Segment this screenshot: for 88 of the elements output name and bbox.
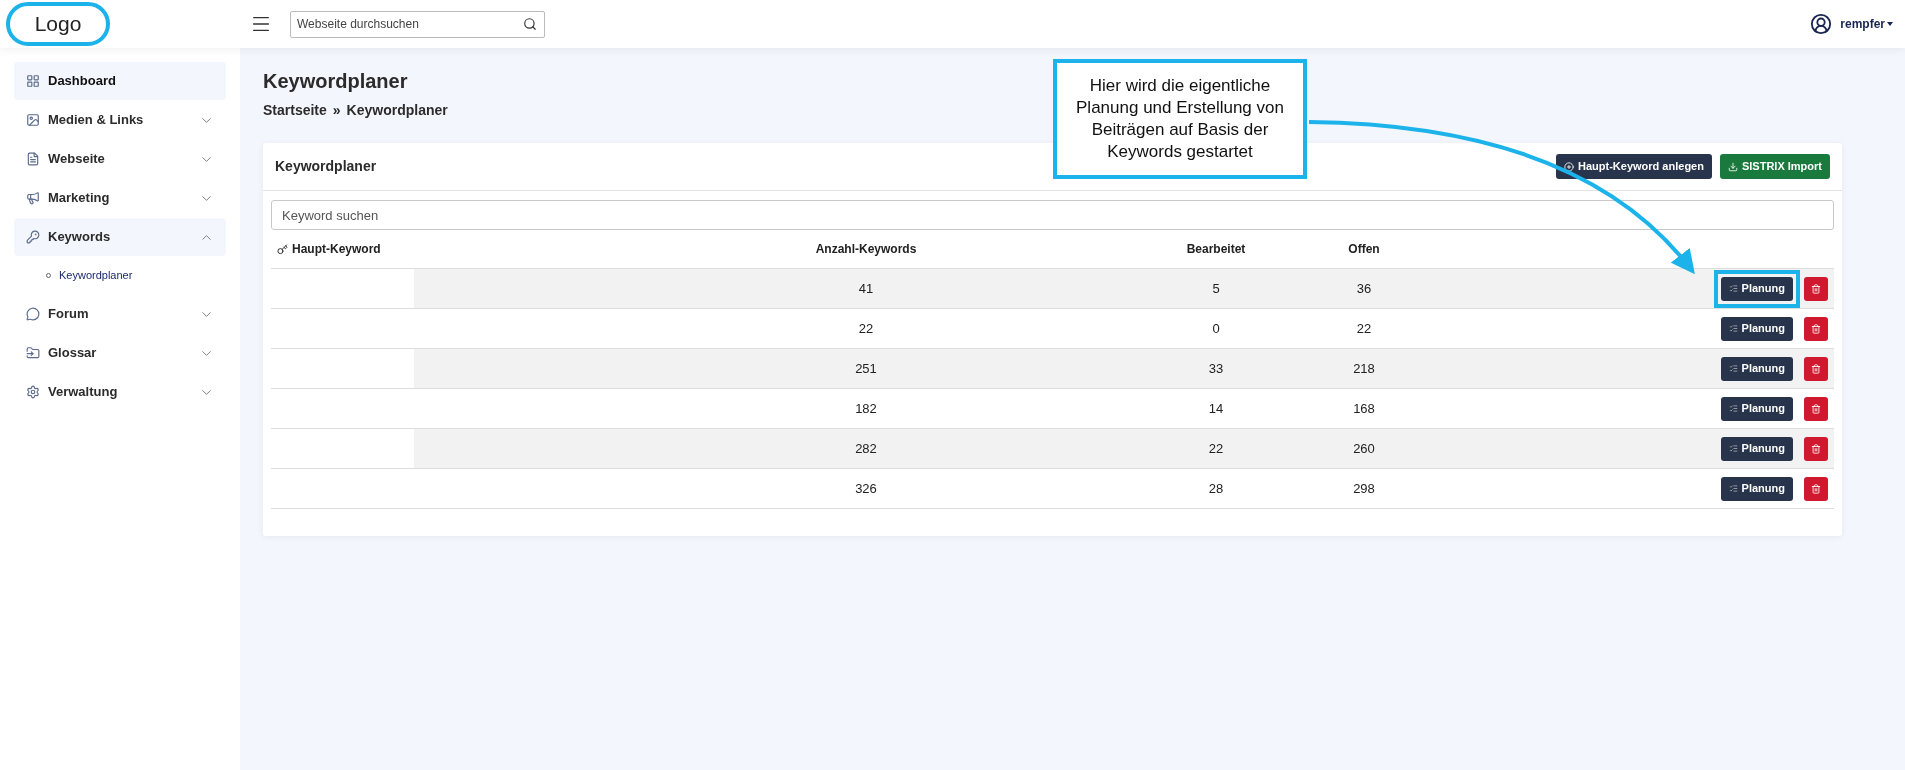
sidebar-item[interactable]: Medien & Links [14, 101, 226, 139]
table-cell-text: 22 [1355, 319, 1373, 338]
sidebar-subitem[interactable]: Keywordplaner [14, 256, 226, 294]
user-icon[interactable] [1810, 13, 1833, 35]
planung-button[interactable]: Planung [1720, 276, 1793, 301]
key-icon [277, 243, 288, 255]
search-icon[interactable] [523, 16, 537, 31]
table-cell-text: 41 [857, 279, 875, 298]
checklist-icon [1728, 324, 1738, 333]
sidebar-label: Dashboard [48, 72, 116, 91]
folder-icon [26, 346, 40, 360]
table-cell-text: 282 [854, 439, 878, 458]
search-field[interactable]: Webseite durchsuchen [290, 10, 545, 38]
planung-button[interactable]: Planung [1720, 356, 1793, 381]
speech-bubble-icon [26, 307, 40, 321]
table-cell-text: 33 [1207, 359, 1225, 378]
sidebar-label: Keywords [48, 228, 111, 247]
table-cell-text: 22 [857, 319, 875, 338]
table-cell-text: 326 [854, 479, 878, 498]
action-button[interactable]: Haupt-Keyword anlegen [1556, 154, 1712, 179]
sidebar-label: Marketing [48, 189, 110, 208]
trash-icon [1811, 403, 1821, 414]
sidebar-item[interactable]: Marketing [14, 179, 226, 217]
plus-circle-icon [1564, 161, 1575, 172]
sidebar-item[interactable]: Dashboard [14, 62, 226, 100]
breadcrumb-separator: » [332, 101, 341, 120]
trash-icon [1811, 363, 1821, 374]
table-cell-text: 0 [1211, 319, 1221, 338]
sidebar-item[interactable]: Webseite [14, 140, 226, 178]
table-cell-text: 14 [1207, 399, 1225, 418]
table-cell-text: 28 [1207, 479, 1225, 498]
breadcrumb-item[interactable]: Keywordplaner [346, 100, 448, 121]
caret-icon [1887, 22, 1893, 26]
trash-icon [1811, 283, 1821, 294]
document-icon [26, 152, 40, 166]
delete-button[interactable] [1804, 396, 1828, 421]
planung-button[interactable]: Planung [1720, 436, 1793, 461]
megaphone-icon [26, 191, 40, 205]
table-cell-text: 218 [1352, 359, 1376, 378]
delete-button[interactable] [1804, 356, 1828, 381]
table-cell-text: 251 [854, 359, 878, 378]
table-cell-text: 182 [854, 399, 878, 418]
sidebar-label: Verwaltung [48, 383, 118, 402]
action-button[interactable]: SISTRIX Import [1719, 154, 1830, 179]
planung-button[interactable]: Planung [1720, 476, 1793, 501]
sidebar-item[interactable]: Glossar [14, 334, 226, 372]
sidebar-item[interactable]: Verwaltung [14, 373, 226, 411]
page-title: Keywordplaner [263, 69, 408, 94]
user-menu[interactable]: rempfer [1840, 15, 1893, 33]
table-cell-text: 168 [1352, 399, 1376, 418]
sidebar-item[interactable]: Forum [14, 295, 226, 333]
settings-icon [26, 385, 40, 399]
card-title: Keywordplaner [275, 157, 377, 176]
table-cell-text: 5 [1211, 279, 1221, 298]
checklist-icon [1728, 364, 1738, 373]
sidebar-label: Glossar [48, 344, 97, 363]
sidebar-label: Webseite [48, 150, 105, 169]
image-icon [26, 113, 40, 127]
sidebar-item[interactable]: Keywords [14, 218, 226, 256]
checklist-icon [1728, 444, 1738, 453]
delete-button[interactable] [1804, 436, 1828, 461]
callout-box: Hier wird die eigentliche Planung und Erstellung von Beiträgen auf Basis der Keywords gestartet [1053, 59, 1307, 179]
column-header: Haupt-Keyword [292, 241, 381, 258]
planung-button[interactable]: Planung [1720, 316, 1793, 341]
table-cell-text: 36 [1355, 279, 1373, 298]
grid-icon [26, 74, 40, 88]
delete-button[interactable] [1804, 276, 1828, 301]
checklist-icon [1728, 284, 1738, 293]
checklist-icon [1728, 484, 1738, 493]
trash-icon [1811, 443, 1821, 454]
download-icon [1727, 161, 1738, 172]
sidebar-label: Forum [48, 305, 89, 324]
delete-button[interactable] [1804, 316, 1828, 341]
key-icon [26, 230, 40, 244]
column-header: Offen [1347, 241, 1381, 258]
trash-icon [1811, 483, 1821, 494]
checklist-icon [1728, 404, 1738, 413]
table-cell-text: 22 [1207, 439, 1225, 458]
table-cell-text: 260 [1352, 439, 1376, 458]
planung-button[interactable]: Planung [1720, 396, 1793, 421]
sidebar-label: Medien & Links [48, 111, 144, 130]
keyword-search-field[interactable]: Keyword suchen [271, 200, 1834, 230]
delete-button[interactable] [1804, 476, 1828, 501]
trash-icon [1811, 323, 1821, 334]
table-cell-text: 298 [1352, 479, 1376, 498]
column-header: Bearbeitet [1185, 241, 1247, 258]
column-header: Anzahl-Keywords [814, 241, 918, 258]
breadcrumb-item[interactable]: Startseite [263, 100, 327, 121]
